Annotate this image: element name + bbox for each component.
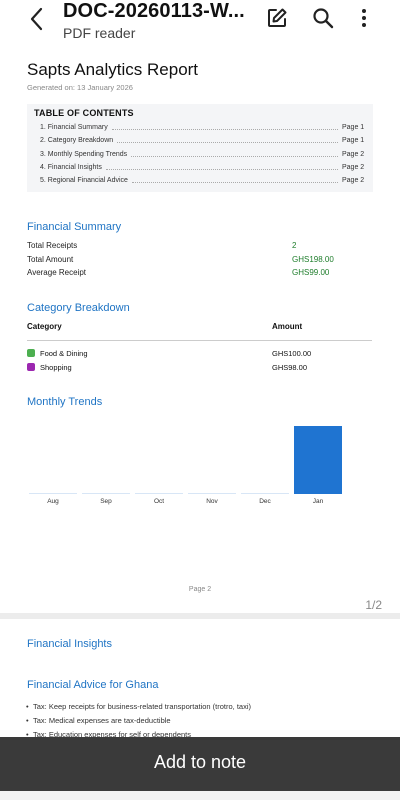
advice-item: Tax: Medical expenses are tax-deductible — [26, 716, 171, 725]
monthly-trends-chart: Aug Sep Oct Nov Dec Jan — [29, 426, 342, 505]
table-of-contents: TABLE OF CONTENTS 1. Financial Summary P… — [27, 104, 373, 192]
toc-item-page: Page 2 — [342, 163, 365, 171]
table-row: Food & Dining GHS100.00 — [27, 349, 372, 361]
toc-item[interactable]: 3. Monthly Spending Trends Page 2 — [34, 151, 366, 158]
category-color-swatch — [27, 363, 35, 371]
page-number-label: Page 2 — [188, 586, 212, 593]
toc-item-label: 4. Financial Insights — [40, 163, 102, 171]
toc-leader — [131, 178, 338, 183]
add-to-note-button[interactable]: Add to note — [0, 737, 400, 791]
category-name: Shopping — [40, 363, 72, 372]
pdf-page-2: Financial Insights Financial Advice for … — [0, 619, 400, 739]
toc-item-page: Page 2 — [342, 176, 365, 184]
toc-item-label: 1. Financial Summary — [40, 124, 108, 132]
category-name: Food & Dining — [40, 349, 88, 358]
title-block: DOC-20260113-W... PDF reader — [63, 0, 253, 41]
summary-label: Total Receipts — [27, 241, 78, 250]
financial-insights-heading: Financial Insights — [27, 638, 112, 650]
search-icon[interactable] — [311, 6, 335, 30]
generated-date: Generated on: 13 January 2026 — [27, 83, 133, 92]
x-tick-label: Dec — [259, 498, 271, 505]
toc-leader — [131, 152, 338, 157]
summary-label: Total Amount — [27, 255, 74, 264]
toc-leader — [111, 125, 338, 131]
summary-value: GHS99.00 — [292, 268, 330, 277]
toc-item-label: 5. Regional Financial Advice — [40, 176, 128, 184]
toc-item[interactable]: 2. Category Breakdown Page 1 — [34, 137, 366, 144]
toc-item-page: Page 1 — [342, 137, 365, 145]
toc-leader — [105, 165, 338, 170]
back-arrow-icon[interactable] — [26, 6, 50, 32]
toc-item-page: Page 1 — [342, 124, 365, 132]
pdf-page-1: Sapts Analytics Report Generated on: 13 … — [0, 46, 400, 613]
category-column-header: Category — [27, 322, 62, 331]
document-title: DOC-20260113-W... — [63, 0, 245, 22]
more-options-icon[interactable] — [352, 6, 376, 30]
system-nav-strip — [0, 791, 400, 800]
app-bar: DOC-20260113-W... PDF reader — [0, 0, 400, 46]
toc-leader — [117, 138, 338, 144]
bar-sep — [82, 493, 130, 494]
monthly-trends-heading: Monthly Trends — [27, 396, 103, 408]
category-breakdown-heading: Category Breakdown — [27, 302, 130, 314]
toc-item[interactable]: 4. Financial Insights Page 2 — [34, 164, 366, 171]
financial-advice-heading: Financial Advice for Ghana — [27, 679, 159, 691]
category-color-swatch — [27, 349, 35, 357]
bar-dec — [241, 493, 289, 494]
toc-item-label: 3. Monthly Spending Trends — [40, 150, 128, 158]
toc-title: TABLE OF CONTENTS — [34, 108, 134, 118]
x-tick-label: Aug — [47, 498, 59, 505]
toc-item[interactable]: 1. Financial Summary Page 1 — [34, 124, 366, 131]
bar-oct — [135, 493, 183, 494]
bar-aug — [29, 493, 77, 494]
x-tick-label: Jan — [313, 498, 324, 505]
toc-item-page: Page 2 — [342, 150, 365, 158]
report-title: Sapts Analytics Report — [27, 60, 199, 79]
x-tick-label: Sep — [100, 498, 112, 505]
financial-summary-heading: Financial Summary — [27, 221, 122, 233]
advice-item: Tax: Keep receipts for business-related … — [26, 702, 251, 711]
toc-item[interactable]: 5. Regional Financial Advice Page 2 — [34, 177, 366, 184]
category-table-header: Category Amount — [27, 321, 372, 341]
category-amount: GHS100.00 — [272, 349, 312, 358]
bar-jan — [294, 426, 342, 494]
summary-value: GHS198.00 — [292, 255, 334, 264]
page-counter: 1/2 — [365, 598, 382, 612]
table-row: Shopping GHS98.00 — [27, 363, 372, 375]
x-tick-label: Oct — [154, 498, 164, 505]
toc-item-label: 2. Category Breakdown — [40, 137, 114, 145]
edit-icon[interactable] — [265, 6, 289, 30]
bar-nov — [188, 493, 236, 494]
summary-value: 2 — [292, 241, 297, 250]
app-subtitle: PDF reader — [63, 25, 136, 41]
summary-label: Average Receipt — [27, 268, 86, 277]
x-tick-label: Nov — [206, 498, 218, 505]
amount-column-header: Amount — [272, 322, 303, 331]
category-amount: GHS98.00 — [272, 363, 308, 372]
